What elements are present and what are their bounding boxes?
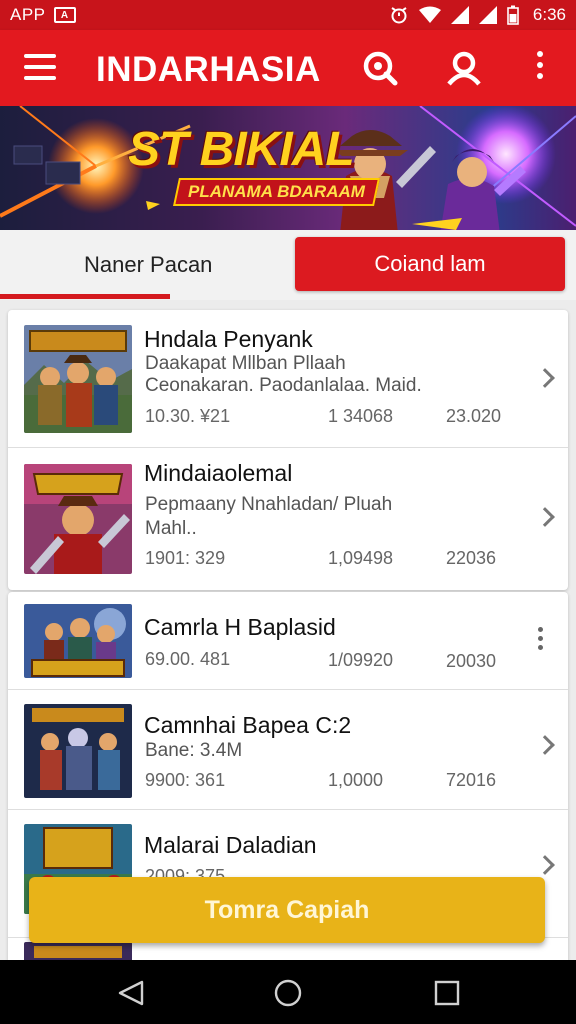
banner-subtitle-box: PLANAMA BDARAAM xyxy=(173,178,380,206)
item-stat: 9900: 361 xyxy=(145,770,226,790)
back-icon[interactable] xyxy=(116,978,146,1008)
game-thumbnail xyxy=(24,704,132,798)
app-bar: INDARHASIA xyxy=(0,30,576,106)
status-bar: APP A 6:36 xyxy=(0,0,576,30)
item-description-2: Mahl.. xyxy=(145,518,197,539)
banner-subtitle: PLANAMA BDARAAM xyxy=(188,182,365,201)
wifi-icon xyxy=(418,6,441,23)
item-stat: 1 34068 xyxy=(328,406,394,426)
game-thumbnail xyxy=(24,604,132,678)
tab-right-button[interactable]: Coiand lam xyxy=(295,237,565,291)
chevron-right-icon[interactable] xyxy=(535,735,555,755)
item-title: Malarai Daladian xyxy=(144,832,317,858)
item-stat: 1,0000 xyxy=(328,770,384,790)
battery-icon xyxy=(507,5,519,25)
app-title: INDARHASIA xyxy=(96,50,321,89)
item-stat: 1,09498 xyxy=(328,548,394,568)
tab-left-label: Naner Pacan xyxy=(84,252,213,277)
item-stat: 1/09920 xyxy=(328,650,394,670)
item-stat: 22036 xyxy=(446,548,497,568)
list-item[interactable]: Camrla H Baplasid 69.00. 481 1/09920 200… xyxy=(8,592,568,690)
item-stat: 10.30. ¥21 xyxy=(145,406,231,426)
signal-icon-2 xyxy=(478,6,497,24)
item-description: Pepmaany Nnahladan/ Pluah xyxy=(145,494,393,515)
status-icons: 6:36 xyxy=(389,5,566,25)
tab-active-indicator xyxy=(0,294,170,299)
primary-action-button[interactable]: Tomra Capiah xyxy=(29,877,545,943)
recents-icon[interactable] xyxy=(432,978,462,1008)
item-description-2: Ceonakaran. Paodanlalaa. Maid. xyxy=(145,375,422,396)
alarm-icon xyxy=(391,7,407,24)
system-nav-bar xyxy=(0,960,576,1024)
more-vertical-icon[interactable] xyxy=(538,627,544,654)
search-icon[interactable] xyxy=(360,48,400,88)
game-thumbnail xyxy=(24,325,132,433)
item-stat: 69.00. 481 xyxy=(145,649,231,669)
status-time: 6:36 xyxy=(532,5,566,24)
app-badge-icon: A xyxy=(53,7,76,23)
item-description: Bane: 3.4M xyxy=(145,740,243,761)
list-item[interactable]: Hndala Penyank Daakapat Mllban Pllaah Ce… xyxy=(8,310,568,448)
item-title: Camrla H Baplasid xyxy=(144,614,336,640)
item-title: Hndala Penyank xyxy=(144,326,313,352)
menu-icon[interactable] xyxy=(24,54,56,82)
app-screen: APP A 6:36 INDARHASIA ST BIKIAL PLANAMA … xyxy=(0,0,576,1024)
tab-bar: Naner Pacan Coiand lam xyxy=(0,230,576,300)
item-title: Mindaiaolemal xyxy=(144,460,293,486)
item-stat: 1901: 329 xyxy=(145,548,226,568)
status-app-label: APP xyxy=(10,5,46,24)
list-card: Hndala Penyank Daakapat Mllban Pllaah Ce… xyxy=(8,310,568,590)
profile-icon[interactable] xyxy=(444,48,484,88)
chevron-right-icon[interactable] xyxy=(535,368,555,388)
signal-icon xyxy=(450,6,469,24)
item-stat: 23.020 xyxy=(446,406,502,426)
list-item[interactable]: Camnhai Bapea C:2 Bane: 3.4M 9900: 361 1… xyxy=(8,690,568,810)
home-icon[interactable] xyxy=(273,978,303,1008)
tab-left[interactable]: Naner Pacan xyxy=(0,230,290,300)
item-stat: 72016 xyxy=(446,770,497,790)
game-thumbnail xyxy=(24,464,132,574)
item-description: Daakapat Mllban Pllaah xyxy=(145,353,346,374)
chevron-right-icon[interactable] xyxy=(535,855,555,875)
list-item[interactable]: Mindaiaolemal Pepmaany Nnahladan/ Pluah … xyxy=(8,448,568,590)
item-title: Camnhai Bapea C:2 xyxy=(144,712,352,738)
chevron-right-icon[interactable] xyxy=(535,507,555,527)
promo-banner[interactable]: ST BIKIAL PLANAMA BDARAAM xyxy=(0,106,576,230)
item-stat: 20030 xyxy=(446,651,497,671)
more-vertical-icon[interactable] xyxy=(530,48,550,88)
banner-title: ST BIKIAL xyxy=(128,123,355,176)
